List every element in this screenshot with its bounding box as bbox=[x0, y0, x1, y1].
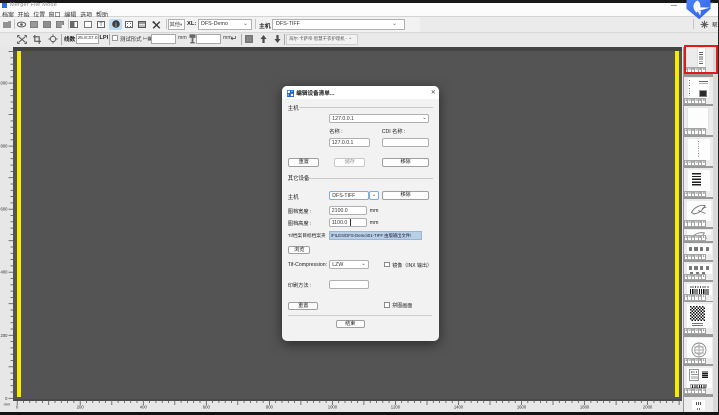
svg-text:200: 200 bbox=[77, 405, 85, 410]
svg-text:600: 600 bbox=[203, 405, 211, 410]
svg-text:1000: 1000 bbox=[328, 405, 338, 410]
svg-text:400: 400 bbox=[140, 405, 148, 410]
svg-text:1200: 1200 bbox=[391, 405, 401, 410]
svg-text:1400: 1400 bbox=[454, 405, 464, 410]
svg-text:2000: 2000 bbox=[643, 405, 653, 410]
svg-text:1600: 1600 bbox=[517, 405, 527, 410]
svg-text:400: 400 bbox=[1, 270, 9, 275]
svg-text:600: 600 bbox=[1, 207, 9, 212]
svg-text:1800: 1800 bbox=[580, 405, 590, 410]
svg-text:0: 0 bbox=[5, 396, 8, 401]
svg-text:mm: mm bbox=[4, 402, 11, 407]
svg-text:800: 800 bbox=[1, 144, 9, 149]
svg-text:0: 0 bbox=[16, 405, 19, 410]
svg-text:800: 800 bbox=[266, 405, 274, 410]
svg-text:200: 200 bbox=[1, 333, 9, 338]
svg-text:1000: 1000 bbox=[0, 81, 8, 86]
